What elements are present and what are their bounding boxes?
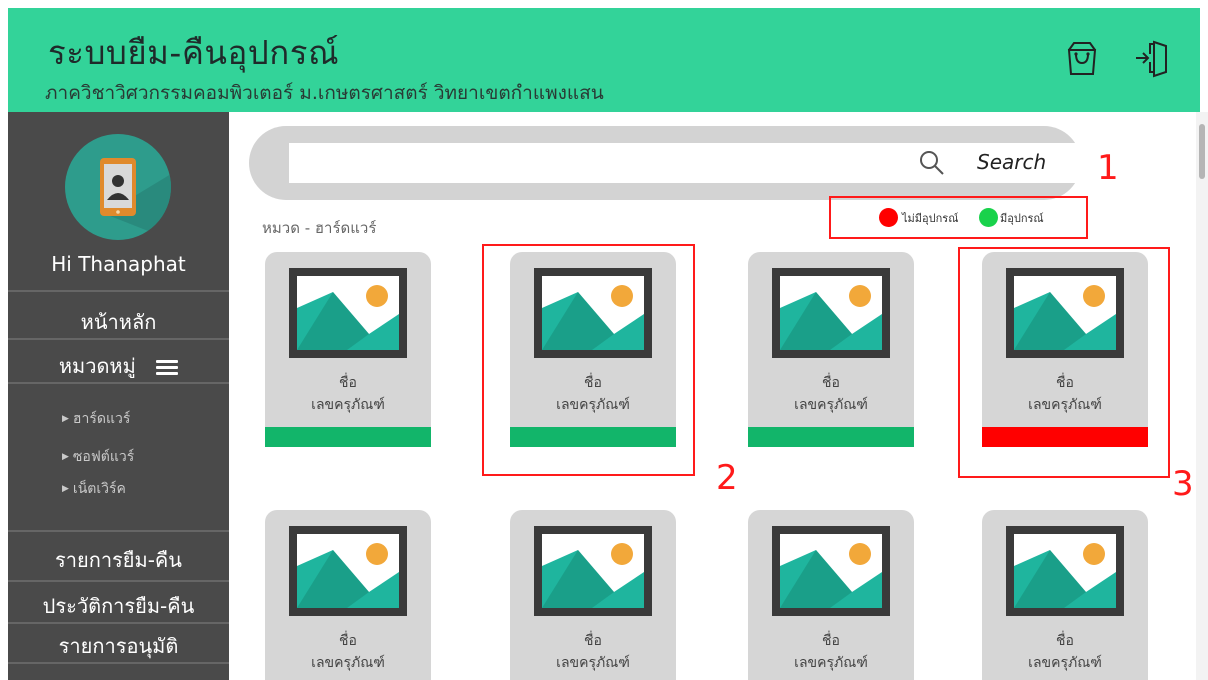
nav-home[interactable]: หน้าหลัก (8, 306, 229, 338)
nav-approval-list[interactable]: รายการอนุมัติ (8, 630, 229, 662)
divider (8, 662, 229, 664)
app-title: ระบบยืม-คืนอุปกรณ์ (48, 33, 340, 72)
app-subtitle: ภาควิชาวิศวกรรมคอมพิวเตอร์ ม.เกษตรศาสตร์… (45, 82, 604, 104)
cart-button[interactable] (1058, 34, 1106, 82)
sidebar-item-software[interactable]: ▶ ซอฟต์แวร์ (62, 446, 134, 468)
image-placeholder-icon (289, 526, 407, 616)
greeting: Hi Thanaphat (51, 252, 186, 276)
card-name: ชื่อ (339, 633, 357, 649)
equipment-card[interactable]: ชื่อ เลขครุภัณฑ์ (265, 252, 431, 447)
sidebar-item-hardware[interactable]: ▶ ฮาร์ดแวร์ (62, 408, 130, 430)
search-button[interactable]: Search (977, 150, 1046, 174)
divider (8, 622, 229, 624)
divider (8, 530, 229, 532)
card-name: ชื่อ (339, 375, 357, 391)
card-serial: เลขครุภัณฑ์ (311, 397, 385, 413)
user-tablet-icon (100, 158, 171, 240)
image-placeholder-icon (534, 526, 652, 616)
divider (8, 580, 229, 582)
breadcrumb: หมวด - ฮาร์ดแวร์ (262, 219, 377, 237)
status-available-bar (265, 427, 431, 447)
unavailable-dot-icon (879, 208, 898, 227)
sub-item-label: เน็ตเวิร์ค (72, 481, 126, 497)
legend-unavailable-label: ไม่มีอุปกรณ์ (902, 212, 959, 225)
card-name: ชื่อ (822, 633, 840, 649)
equipment-card[interactable]: ชื่อ เลขครุภัณฑ์ (265, 510, 431, 680)
annotation-number: 1 (1097, 148, 1119, 188)
annotation-box (482, 244, 695, 476)
annotation-box (958, 247, 1170, 478)
equipment-card[interactable]: ชื่อ เลขครุภัณฑ์ (748, 510, 914, 680)
triangle-right-icon: ▶ (62, 484, 69, 494)
image-placeholder-icon (1006, 526, 1124, 616)
nav-categories[interactable]: หมวดหมู่ (8, 350, 229, 382)
image-placeholder-icon (772, 526, 890, 616)
card-name: ชื่อ (822, 375, 840, 391)
logout-icon (1136, 40, 1167, 78)
divider (8, 382, 229, 384)
sub-item-label: ซอฟต์แวร์ (72, 449, 135, 465)
triangle-right-icon: ▶ (62, 452, 69, 462)
equipment-card[interactable]: ชื่อ เลขครุภัณฑ์ (748, 252, 914, 447)
annotation-number: 3 (1172, 464, 1194, 504)
divider (8, 338, 229, 340)
avatar (65, 134, 171, 240)
card-serial: เลขครุภัณฑ์ (1028, 655, 1102, 671)
nav-categories-label: หมวดหมู่ (58, 354, 136, 378)
availability-legend: ไม่มีอุปกรณ์ มีอุปกรณ์ (829, 196, 1088, 239)
search-bar: Search (249, 126, 1081, 200)
app-root: ระบบยืม-คืนอุปกรณ์ ภาควิชาวิศวกรรมคอมพิว… (0, 0, 1208, 680)
card-name: ชื่อ (1056, 633, 1074, 649)
hamburger-icon[interactable] (156, 357, 179, 378)
nav-borrow-history[interactable]: ประวัติการยืม-คืน (8, 590, 229, 622)
status-available-bar (748, 427, 914, 447)
sidebar-item-network[interactable]: ▶ เน็ตเวิร์ค (62, 478, 126, 500)
equipment-card[interactable]: ชื่อ เลขครุภัณฑ์ (982, 510, 1148, 680)
sub-item-label: ฮาร์ดแวร์ (72, 411, 131, 427)
scrollbar-thumb[interactable] (1199, 124, 1205, 179)
card-serial: เลขครุภัณฑ์ (794, 655, 868, 671)
scrollbar[interactable] (1196, 112, 1208, 680)
card-serial: เลขครุภัณฑ์ (556, 655, 630, 671)
sidebar: Hi Thanaphat หน้าหลัก หมวดหมู่ ▶ ฮาร์ดแวร… (8, 112, 229, 680)
shopping-bag-icon (1067, 42, 1097, 75)
legend-available-label: มีอุปกรณ์ (1000, 212, 1044, 225)
logout-button[interactable] (1128, 34, 1176, 82)
image-placeholder-icon (772, 268, 890, 358)
card-name: ชื่อ (584, 633, 602, 649)
card-serial: เลขครุภัณฑ์ (311, 655, 385, 671)
divider (8, 290, 229, 292)
search-input[interactable] (289, 143, 1081, 183)
annotation-number: 2 (716, 458, 738, 498)
search-icon[interactable] (919, 150, 945, 176)
card-serial: เลขครุภัณฑ์ (794, 397, 868, 413)
equipment-card[interactable]: ชื่อ เลขครุภัณฑ์ (510, 510, 676, 680)
available-dot-icon (979, 208, 998, 227)
image-placeholder-icon (289, 268, 407, 358)
app-header: ระบบยืม-คืนอุปกรณ์ ภาควิชาวิศวกรรมคอมพิว… (8, 8, 1200, 112)
nav-borrow-list[interactable]: รายการยืม-คืน (8, 544, 229, 576)
triangle-right-icon: ▶ (62, 414, 69, 424)
